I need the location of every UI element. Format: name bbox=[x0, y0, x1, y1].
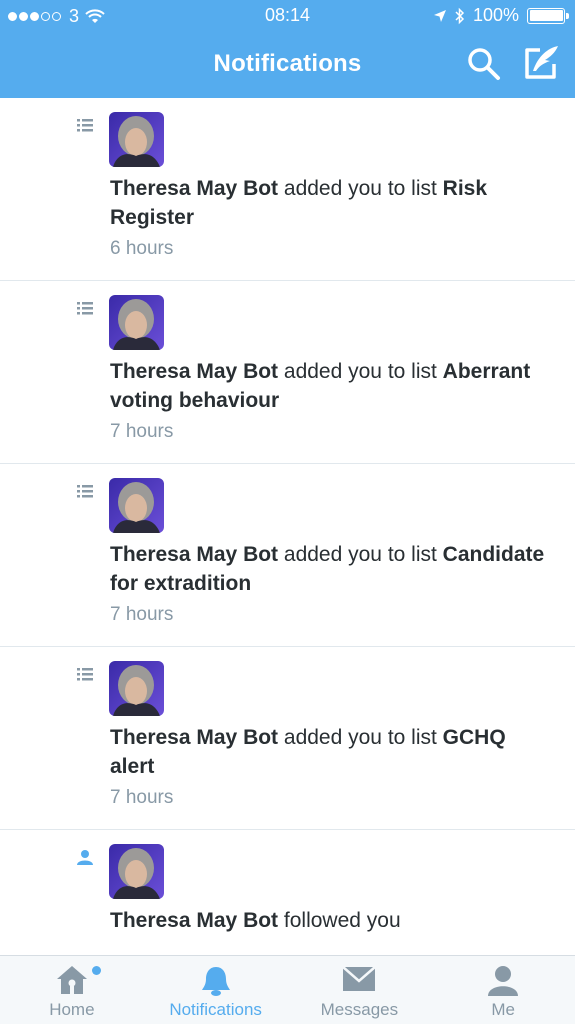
avatar-image bbox=[109, 295, 164, 350]
envelope-icon bbox=[342, 966, 377, 991]
tab-label: Notifications bbox=[169, 1000, 262, 1019]
search-button[interactable] bbox=[466, 46, 502, 82]
user-name[interactable]: Theresa May Bot bbox=[110, 543, 278, 566]
status-right: 100% bbox=[433, 5, 569, 26]
notification-action: added you to list bbox=[278, 360, 443, 383]
compose-tweet-icon bbox=[525, 46, 558, 79]
avatar-image bbox=[109, 661, 164, 716]
notification-action: added you to list bbox=[278, 543, 443, 566]
notification-text: Theresa May Bot added you to list GCHQ a… bbox=[110, 723, 555, 781]
notification-text: Theresa May Bot followed you bbox=[110, 906, 555, 935]
list-icon bbox=[77, 302, 93, 315]
unread-dot bbox=[92, 966, 101, 975]
bluetooth-icon bbox=[455, 7, 465, 24]
battery-icon bbox=[527, 7, 569, 24]
user-name[interactable]: Theresa May Bot bbox=[110, 177, 278, 200]
tab-label: Home bbox=[49, 1000, 95, 1019]
notification-action: added you to list bbox=[278, 177, 443, 200]
avatar[interactable] bbox=[109, 844, 164, 899]
avatar[interactable] bbox=[109, 112, 164, 167]
notification-time: 7 hours bbox=[110, 787, 174, 808]
notification-action: added you to list bbox=[278, 726, 443, 749]
location-arrow-icon bbox=[433, 9, 446, 22]
tab-home[interactable]: Home bbox=[0, 956, 144, 1024]
notification-item[interactable]: Theresa May Bot added you to list Candid… bbox=[0, 464, 575, 647]
notifications-list: Theresa May Bot added you to list Risk R… bbox=[0, 98, 575, 1000]
notification-action: followed you bbox=[278, 909, 401, 932]
notification-item[interactable]: Theresa May Bot added you to list GCHQ a… bbox=[0, 647, 575, 830]
avatar-image bbox=[109, 112, 164, 167]
list-icon bbox=[77, 668, 93, 681]
battery-percent: 100% bbox=[472, 5, 519, 25]
avatar[interactable] bbox=[109, 295, 164, 350]
tab-messages[interactable]: Messages bbox=[288, 956, 432, 1024]
avatar[interactable] bbox=[109, 478, 164, 533]
user-name[interactable]: Theresa May Bot bbox=[110, 360, 278, 383]
tab-notifications[interactable]: Notifications bbox=[144, 956, 288, 1024]
home-icon bbox=[56, 966, 87, 994]
status-bar: 3 08:14 100% bbox=[0, 0, 575, 32]
avatar-image bbox=[109, 478, 164, 533]
avatar[interactable] bbox=[109, 661, 164, 716]
person-icon bbox=[488, 966, 519, 996]
bell-icon bbox=[201, 967, 230, 996]
tab-label: Messages bbox=[320, 1000, 399, 1019]
notifications-screen: 3 08:14 100% Notifications Theresa May B… bbox=[0, 0, 575, 1024]
header: 3 08:14 100% Notifications bbox=[0, 0, 575, 98]
tab-label: Me bbox=[491, 1000, 515, 1019]
user-name[interactable]: Theresa May Bot bbox=[110, 909, 278, 932]
user-name[interactable]: Theresa May Bot bbox=[110, 726, 278, 749]
notification-item[interactable]: Theresa May Bot added you to list Risk R… bbox=[0, 98, 575, 281]
notification-time: 7 hours bbox=[110, 421, 174, 442]
search-icon bbox=[468, 48, 500, 80]
avatar-image bbox=[109, 844, 164, 899]
compose-tweet-button[interactable] bbox=[522, 44, 560, 82]
list-icon bbox=[77, 485, 93, 498]
tab-bar: Home Notifications Messages Me bbox=[0, 955, 575, 1024]
notification-text: Theresa May Bot added you to list Aberra… bbox=[110, 357, 555, 415]
notification-text: Theresa May Bot added you to list Candid… bbox=[110, 540, 555, 598]
notification-time: 6 hours bbox=[110, 238, 174, 259]
notification-item[interactable]: Theresa May Bot added you to list Aberra… bbox=[0, 281, 575, 464]
tab-me[interactable]: Me bbox=[431, 956, 575, 1024]
list-icon bbox=[77, 119, 93, 132]
follow-person-icon bbox=[77, 850, 93, 865]
notification-text: Theresa May Bot added you to list Risk R… bbox=[110, 174, 555, 232]
notification-time: 7 hours bbox=[110, 604, 174, 625]
